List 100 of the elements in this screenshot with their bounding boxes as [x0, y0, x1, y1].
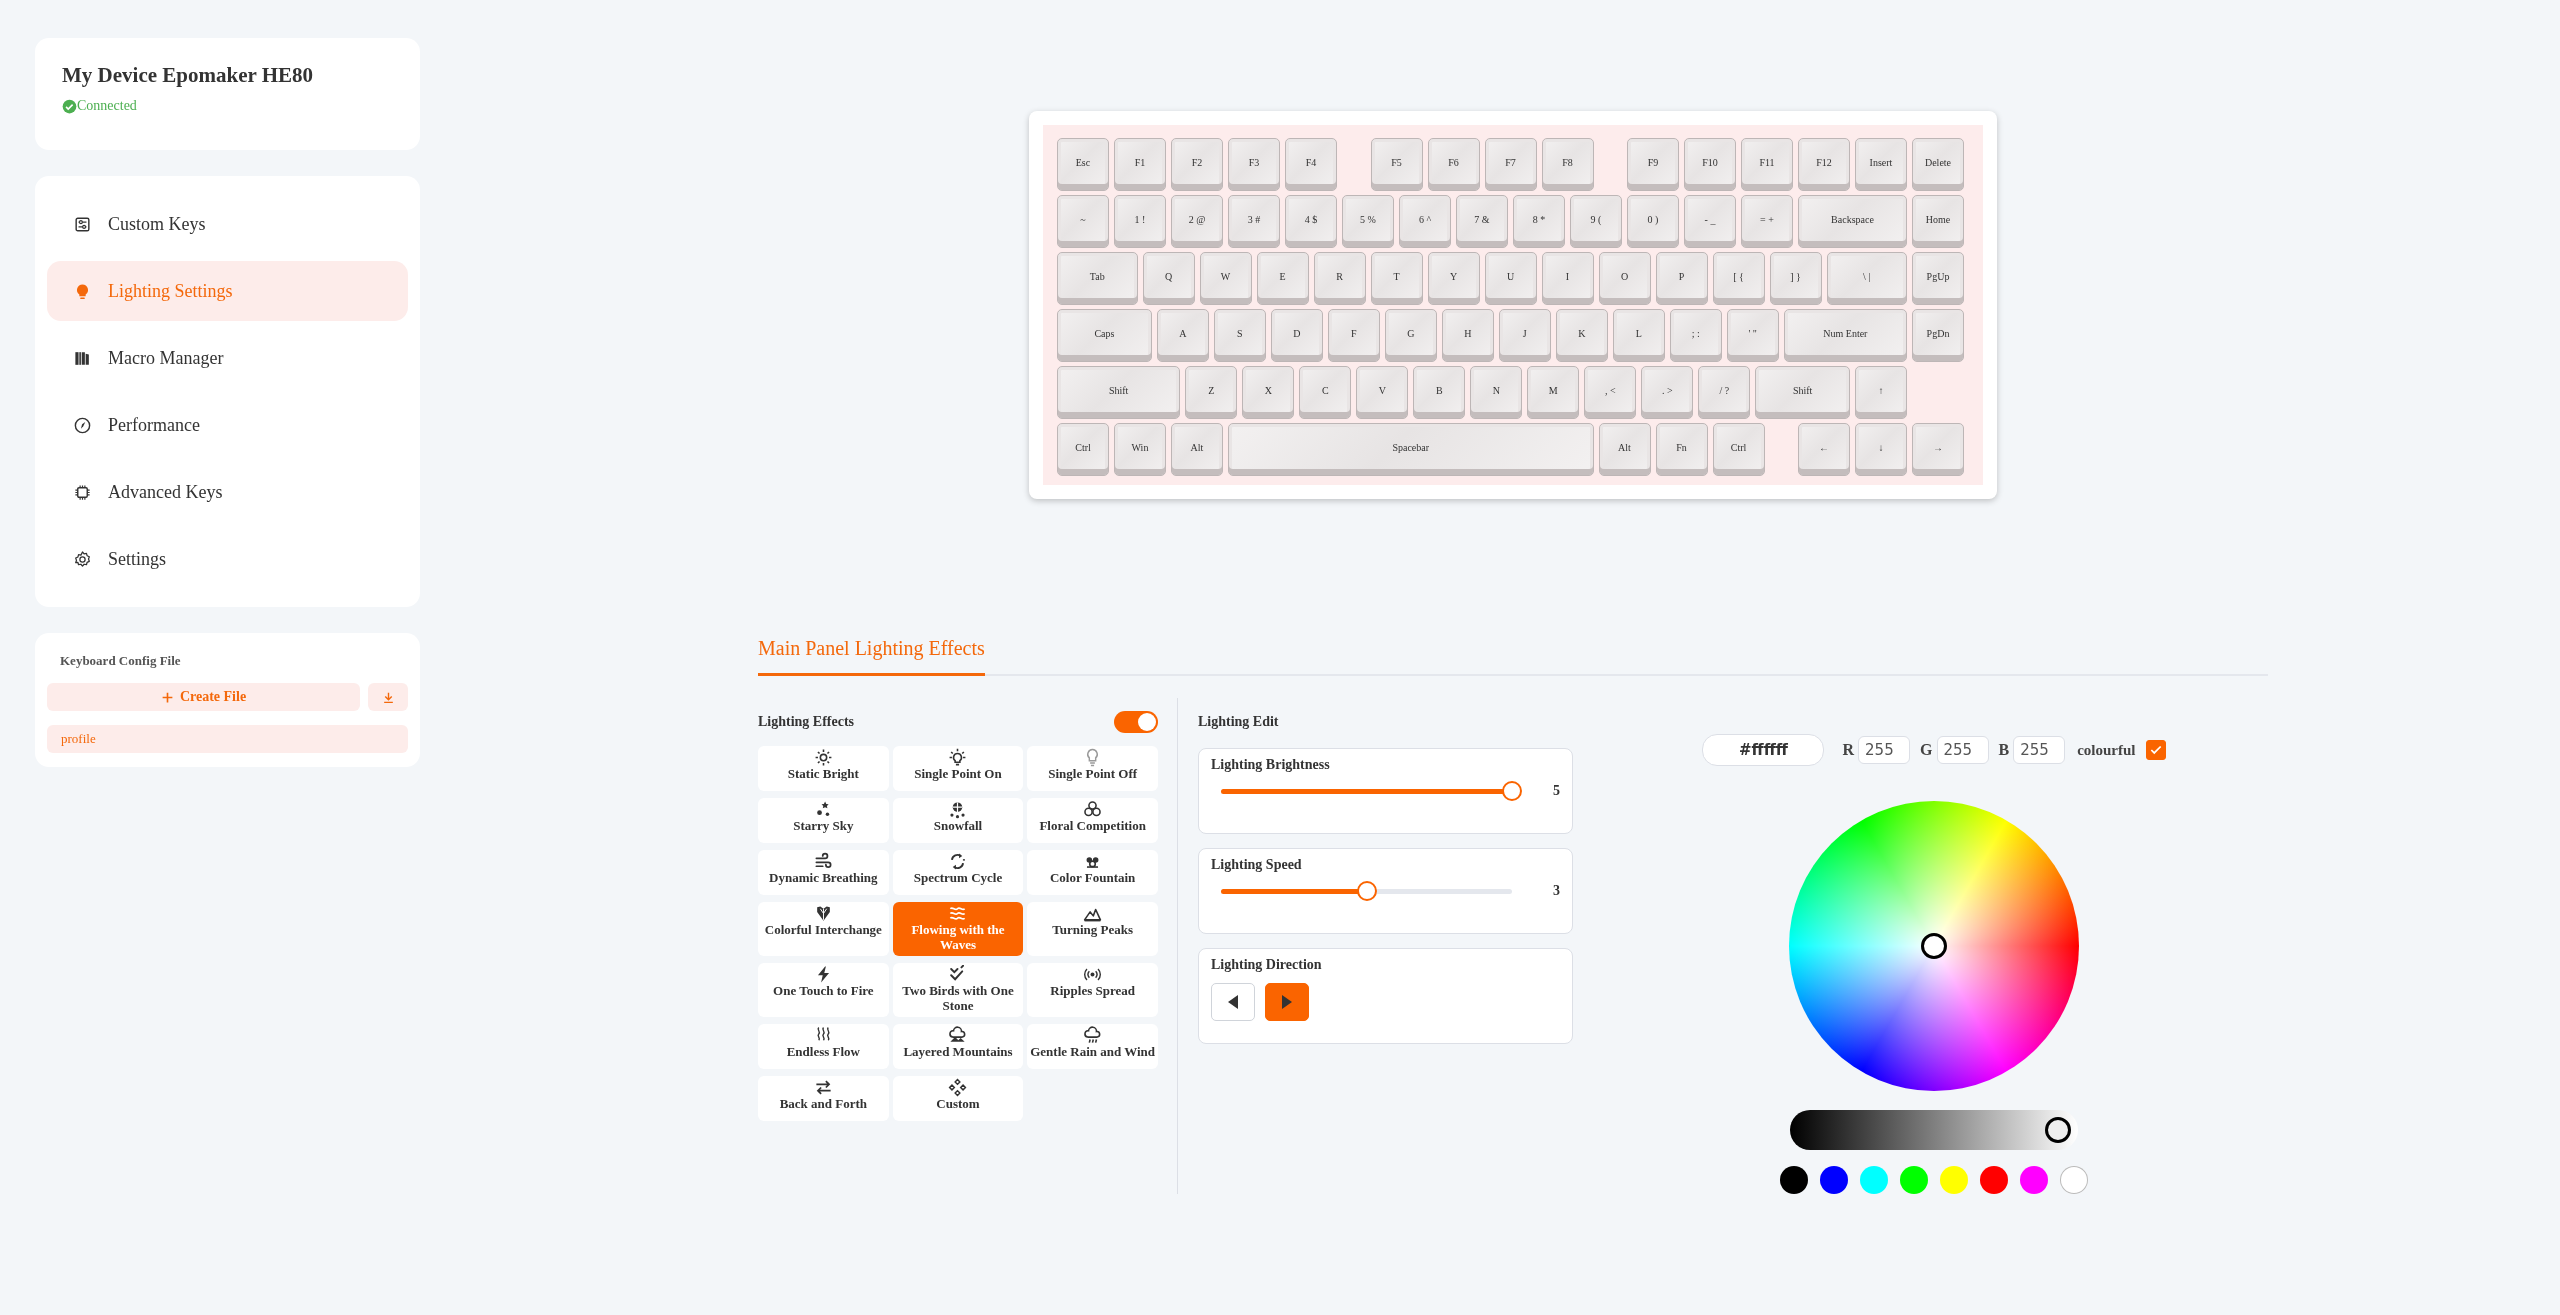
key[interactable]: 5 % — [1342, 195, 1394, 248]
key[interactable]: F — [1327, 309, 1380, 362]
color-swatch[interactable] — [1900, 1166, 1928, 1194]
channel-field[interactable]: 255 — [1858, 736, 1911, 764]
key[interactable]: = + — [1741, 195, 1793, 248]
effect-option[interactable]: Single Point On — [892, 746, 1024, 791]
key[interactable]: Shift — [1755, 366, 1850, 419]
key[interactable]: F1 — [1114, 138, 1166, 191]
key[interactable]: T — [1370, 252, 1423, 305]
key[interactable]: D — [1270, 309, 1323, 362]
color-swatch[interactable] — [1980, 1166, 2008, 1194]
key[interactable]: R — [1313, 252, 1366, 305]
key[interactable]: B — [1413, 366, 1466, 419]
key[interactable]: / ? — [1698, 366, 1751, 419]
effect-option[interactable]: Single Point Off — [1027, 746, 1158, 791]
key[interactable]: ; : — [1669, 309, 1722, 362]
nav-item[interactable]: Advanced Keys — [47, 462, 408, 522]
key[interactable]: \ | — [1826, 252, 1907, 305]
effect-option[interactable]: Static Bright — [758, 746, 889, 791]
channel-field[interactable]: 255 — [1936, 736, 1989, 764]
key[interactable]: W — [1199, 252, 1252, 305]
key[interactable]: X — [1242, 366, 1295, 419]
key[interactable]: F10 — [1684, 138, 1736, 191]
key[interactable]: 6 ^ — [1399, 195, 1451, 248]
key[interactable]: Tab — [1057, 252, 1138, 305]
key[interactable]: I — [1541, 252, 1594, 305]
key[interactable]: Backspace — [1798, 195, 1907, 248]
key[interactable]: PgUp — [1912, 252, 1964, 305]
hex-field[interactable]: #ffffff — [1702, 734, 1825, 766]
key[interactable]: 9 ( — [1570, 195, 1622, 248]
key[interactable]: F7 — [1484, 138, 1537, 191]
effect-option[interactable]: Turning Peaks — [1027, 902, 1158, 956]
key[interactable]: F6 — [1427, 138, 1480, 191]
key[interactable]: Caps — [1057, 309, 1152, 362]
download-button[interactable] — [368, 683, 408, 711]
direction-button[interactable] — [1211, 983, 1255, 1021]
effect-option[interactable]: Layered Mountains — [892, 1023, 1024, 1069]
key[interactable]: J — [1498, 309, 1551, 362]
key[interactable]: Q — [1142, 252, 1195, 305]
slider-thumb[interactable] — [1356, 881, 1377, 901]
key[interactable]: Z — [1185, 366, 1238, 419]
key[interactable]: E — [1256, 252, 1309, 305]
key[interactable]: . > — [1641, 366, 1694, 419]
key[interactable]: F12 — [1798, 138, 1850, 191]
key[interactable]: → — [1912, 423, 1964, 476]
effect-option[interactable]: Ripples Spread — [1027, 962, 1158, 1017]
key[interactable]: F9 — [1627, 138, 1679, 191]
key[interactable]: ] } — [1769, 252, 1822, 305]
effect-option[interactable]: Gentle Rain and Wind — [1027, 1023, 1158, 1069]
key[interactable]: Home — [1912, 195, 1964, 248]
color-swatch[interactable] — [2020, 1166, 2048, 1194]
nav-item[interactable]: Settings — [47, 529, 408, 589]
nav-item[interactable]: Custom Keys — [47, 194, 408, 254]
effect-option[interactable]: One Touch to Fire — [758, 962, 889, 1017]
effect-option[interactable]: Floral Competition — [1027, 798, 1158, 843]
key[interactable]: S — [1213, 309, 1266, 362]
key[interactable]: Alt — [1598, 423, 1651, 476]
key[interactable]: U — [1484, 252, 1537, 305]
key[interactable]: F2 — [1171, 138, 1223, 191]
key[interactable]: M — [1527, 366, 1580, 419]
key[interactable]: - _ — [1684, 195, 1736, 248]
key[interactable]: [ { — [1712, 252, 1765, 305]
key[interactable]: Y — [1427, 252, 1480, 305]
key[interactable]: L — [1612, 309, 1665, 362]
key[interactable]: 7 & — [1456, 195, 1508, 248]
key[interactable]: Num Enter — [1783, 309, 1907, 362]
key[interactable]: Esc — [1057, 138, 1109, 191]
color-swatch[interactable] — [1780, 1166, 1808, 1194]
key[interactable]: P — [1655, 252, 1708, 305]
effect-option[interactable]: Color Fountain — [1027, 850, 1158, 895]
key[interactable]: Win — [1114, 423, 1166, 476]
key[interactable]: F11 — [1741, 138, 1793, 191]
color-swatch[interactable] — [1820, 1166, 1848, 1194]
key[interactable]: 3 # — [1228, 195, 1280, 248]
channel-field[interactable]: 255 — [2013, 736, 2066, 764]
color-swatch[interactable] — [1940, 1166, 1968, 1194]
effect-option[interactable]: Dynamic Breathing — [758, 850, 889, 895]
color-swatch[interactable] — [2060, 1166, 2088, 1194]
key[interactable]: Ctrl — [1712, 423, 1765, 476]
effect-option[interactable]: Spectrum Cycle — [892, 850, 1024, 895]
key[interactable]: K — [1555, 309, 1608, 362]
key[interactable]: C — [1299, 366, 1352, 419]
key[interactable]: G — [1384, 309, 1437, 362]
key[interactable]: 2 @ — [1171, 195, 1223, 248]
key[interactable]: F5 — [1370, 138, 1423, 191]
key[interactable]: ' " — [1726, 309, 1779, 362]
key[interactable]: ↑ — [1855, 366, 1907, 419]
key[interactable]: N — [1470, 366, 1523, 419]
key[interactable]: , < — [1584, 366, 1637, 419]
key[interactable]: 0 ) — [1627, 195, 1679, 248]
nav-item[interactable]: Macro Manager — [47, 328, 408, 388]
effect-option[interactable]: Endless Flow — [758, 1023, 889, 1069]
key[interactable]: V — [1356, 366, 1409, 419]
effect-option[interactable]: Colorful Interchange — [758, 902, 889, 956]
slider-thumb[interactable] — [1502, 781, 1522, 801]
key[interactable]: 8 * — [1513, 195, 1565, 248]
nav-item[interactable]: Performance — [47, 395, 408, 455]
effect-option[interactable]: Back and Forth — [758, 1075, 889, 1121]
key[interactable]: ↓ — [1855, 423, 1907, 476]
key[interactable]: 1 ! — [1114, 195, 1166, 248]
